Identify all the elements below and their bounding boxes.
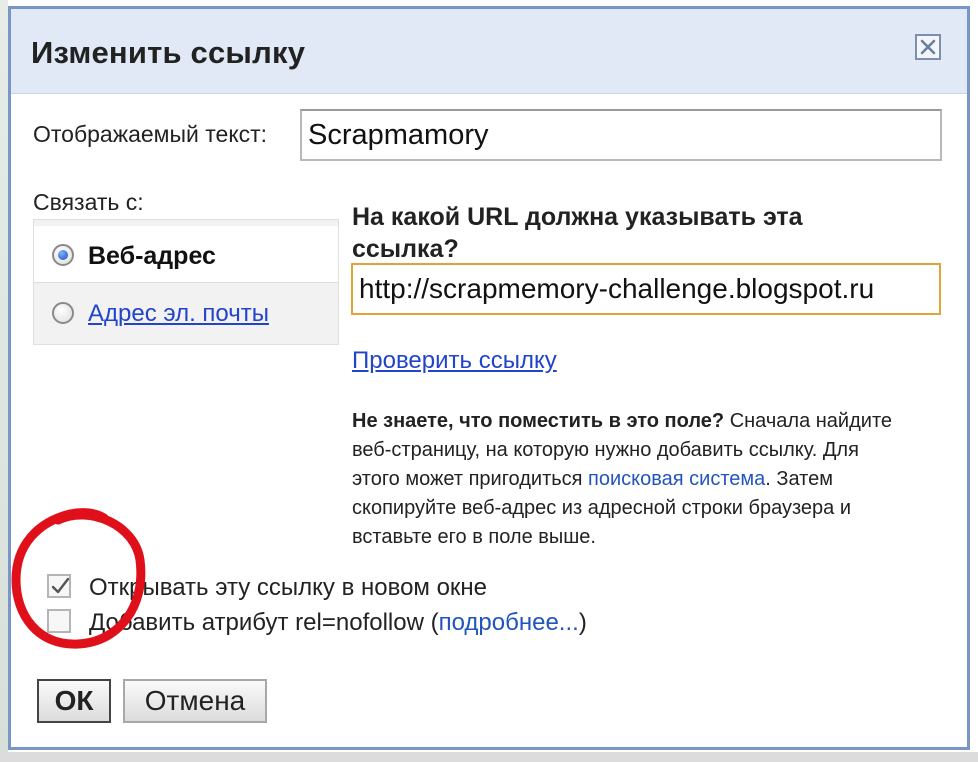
help-bold-lead: Не знаете, что поместить в это поле? bbox=[352, 410, 725, 432]
email-address-link[interactable]: Адрес эл. почты bbox=[88, 300, 269, 328]
nofollow-label: Добавить атрибут rel=nofollow (подробнее… bbox=[89, 609, 587, 637]
radio-icon[interactable] bbox=[52, 302, 74, 324]
nofollow-label-text: Добавить атрибут rel=nofollow bbox=[89, 609, 424, 636]
background-window-bottom bbox=[0, 752, 978, 762]
checkmark-icon bbox=[51, 577, 70, 594]
dialog-titlebar: Изменить ссылку bbox=[11, 9, 967, 94]
cancel-button[interactable]: Отмена bbox=[123, 679, 267, 723]
close-button[interactable] bbox=[915, 34, 941, 60]
check-link-link[interactable]: Проверить ссылку bbox=[352, 347, 557, 375]
help-text: Не знаете, что поместить в это поле? Сна… bbox=[352, 407, 912, 552]
link-to-label: Связать с: bbox=[33, 189, 144, 215]
background-window-edge bbox=[0, 0, 8, 762]
more-details-link[interactable]: подробнее... bbox=[439, 609, 579, 636]
ok-button[interactable]: ОК bbox=[37, 679, 111, 723]
url-input[interactable]: http://scrapmemory-challenge.blogspot.ru bbox=[351, 263, 941, 315]
nofollow-checkbox[interactable] bbox=[47, 609, 71, 633]
url-question-heading: На какой URL должна указывать эта ссылка… bbox=[352, 203, 803, 263]
edit-link-dialog: Изменить ссылку Отображаемый текст: Scra… bbox=[8, 6, 970, 750]
new-window-label: Открывать эту ссылку в новом окне bbox=[89, 574, 488, 601]
display-text-label: Отображаемый текст: bbox=[33, 121, 268, 147]
link-option-email-address[interactable]: Адрес эл. почты bbox=[34, 284, 338, 342]
radio-icon[interactable] bbox=[52, 244, 74, 266]
dialog-title: Изменить ссылку bbox=[31, 35, 306, 70]
close-icon bbox=[920, 39, 936, 55]
link-type-options: Веб-адрес Адрес эл. почты bbox=[33, 219, 339, 345]
nofollow-open-paren: ( bbox=[423, 609, 439, 636]
display-text-input[interactable]: Scrapmamory bbox=[300, 109, 942, 161]
web-address-label: Веб-адрес bbox=[88, 242, 216, 270]
link-option-web-address[interactable]: Веб-адрес bbox=[34, 226, 338, 283]
new-window-checkbox[interactable] bbox=[47, 574, 71, 598]
nofollow-close-paren: ) bbox=[578, 609, 587, 636]
search-engine-link[interactable]: поисковая система bbox=[588, 468, 765, 490]
